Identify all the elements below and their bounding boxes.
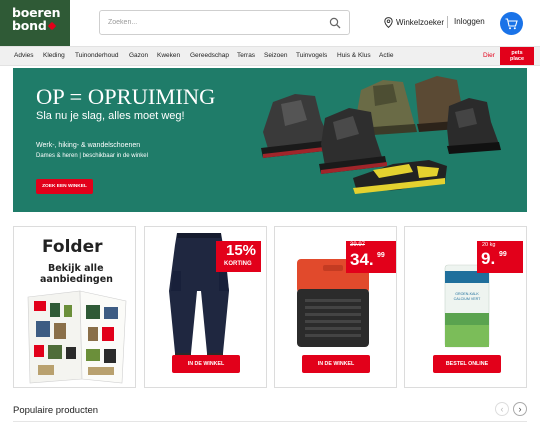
order-online-button[interactable]: BESTEL ONLINE — [433, 355, 501, 373]
hero-banner[interactable]: OP = OPRUIMING Sla nu je slag, alles moe… — [13, 68, 527, 212]
weight-label: 20 kg — [482, 242, 496, 248]
pets-place-logo[interactable]: pets place — [500, 47, 534, 65]
header-separator — [447, 16, 448, 28]
discount-percent: 15% — [226, 242, 257, 259]
folder-subtitle-2: aanbiedingen — [40, 274, 113, 285]
lime-price-cents: 99 — [499, 251, 507, 258]
nav-item-kleding[interactable]: Kleding — [43, 52, 65, 59]
nav-item-gazon[interactable]: Gazon — [129, 52, 148, 59]
old-price: 39.97 — [350, 242, 366, 248]
heater-card[interactable]: 39.97 34. 99 IN DE WINKEL — [274, 226, 397, 388]
logo-line2: bond — [12, 18, 47, 33]
nav-item-seizoen[interactable]: Seizoen — [264, 52, 288, 59]
main-nav: Advies Kleding Tuinonderhoud Gazon Kweke… — [0, 46, 540, 66]
find-store-button[interactable]: ZOEK EEN WINKEL — [36, 179, 93, 194]
nav-item-tuinvogels[interactable]: Tuinvogels — [296, 52, 327, 59]
folder-card[interactable]: Folder Bekijk alle aanbiedingen — [13, 226, 136, 388]
section-divider — [13, 421, 527, 422]
price-cents: 99 — [377, 252, 385, 259]
hero-description: Werk-, hiking- & wandelschoenen — [36, 142, 141, 149]
lime-card[interactable]: GROEN-KALK CALCIUM VERT 20 kg 9. 99 BEST… — [404, 226, 527, 388]
pets-place-line2: place — [509, 56, 525, 62]
logo-dot-icon — [47, 21, 56, 31]
cart-icon — [505, 17, 518, 29]
nav-item-advies[interactable]: Advies — [14, 52, 34, 59]
svg-text:GROEN-KALK: GROEN-KALK — [455, 292, 479, 296]
nav-item-tuinonderhoud[interactable]: Tuinonderhoud — [75, 52, 119, 59]
heater-store-button[interactable]: IN DE WINKEL — [302, 355, 370, 373]
discount-label: KORTING — [224, 261, 252, 267]
logo[interactable]: boeren bond — [0, 0, 70, 46]
pants-store-button[interactable]: IN DE WINKEL — [172, 355, 240, 373]
boot-black-right-icon — [447, 98, 501, 154]
nav-item-kweken[interactable]: Kweken — [157, 52, 180, 59]
pants-card[interactable]: 15% KORTING IN DE WINKEL — [144, 226, 267, 388]
header: boeren bond Winkelzoeker Inloggen — [0, 0, 540, 46]
nav-item-terras[interactable]: Terras — [237, 52, 255, 59]
search-box — [99, 10, 350, 35]
svg-text:CALCIUM VERT: CALCIUM VERT — [454, 297, 481, 301]
folder-subtitle-1: Bekijk alle — [48, 263, 104, 274]
hero-availability: Dames & heren | beschikbaar in de winkel — [36, 153, 148, 159]
hero-subtitle: Sla nu je slag, alles moet weg! — [36, 110, 185, 122]
store-finder-label: Winkelzoeker — [396, 18, 445, 27]
cart-button[interactable] — [500, 12, 523, 35]
folder-title: Folder — [42, 237, 103, 257]
price-badge-lime: 20 kg 9. 99 — [477, 241, 523, 273]
nav-item-gereedschap[interactable]: Gereedschap — [190, 52, 229, 59]
carousel-next-button[interactable]: › — [513, 402, 527, 416]
nav-item-huis-klus[interactable]: Huis & Klus — [337, 52, 371, 59]
price-badge: 39.97 34. 99 — [346, 241, 396, 273]
search-input[interactable] — [100, 11, 310, 34]
location-pin-icon — [384, 17, 393, 28]
nav-item-actie[interactable]: Actie — [379, 52, 393, 59]
nav-item-dier[interactable]: Dier — [483, 52, 495, 59]
store-finder-link[interactable]: Winkelzoeker — [384, 17, 444, 28]
folder-brochure-image — [27, 290, 127, 384]
lime-bag-image: GROEN-KALK CALCIUM VERT — [444, 264, 490, 348]
popular-products-title: Populaire producten — [13, 405, 99, 416]
search-icon[interactable] — [329, 17, 341, 29]
chevron-left-icon: ‹ — [500, 404, 504, 414]
hero-title: OP = OPRUIMING — [36, 84, 216, 109]
discount-badge: 15% KORTING — [216, 241, 261, 272]
shoes-image — [261, 76, 501, 194]
lime-price-main: 9. — [481, 249, 496, 268]
price-main: 34. — [350, 250, 374, 269]
carousel-prev-button[interactable]: ‹ — [495, 402, 509, 416]
login-link[interactable]: Inloggen — [454, 17, 485, 26]
chevron-right-icon: › — [518, 404, 522, 414]
